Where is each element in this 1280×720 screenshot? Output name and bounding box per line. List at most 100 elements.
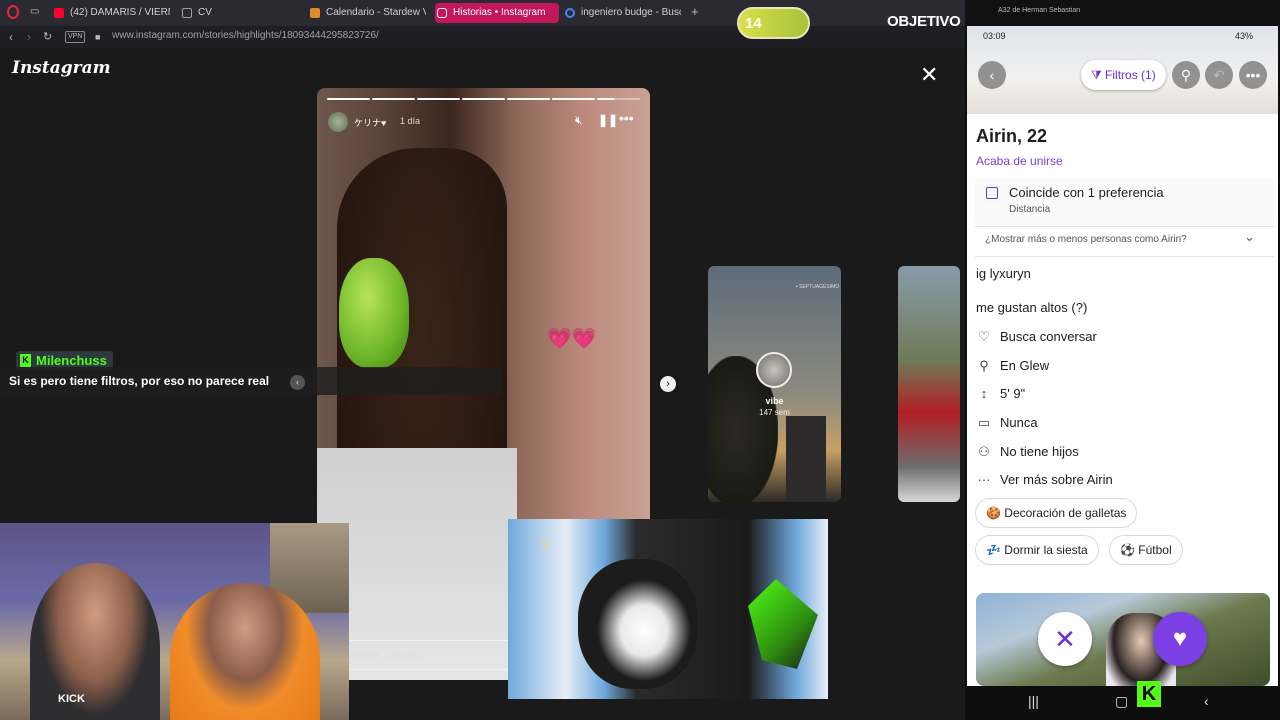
tab-manager-icon[interactable]: ▭ (30, 6, 39, 17)
tab-google[interactable]: ingeniero budge - Buscar (563, 3, 681, 23)
dating-app-profile[interactable]: ‹ ⧩ Filtros (1) ⚲ ↶ ••• Airin, 22 Acaba … (967, 26, 1278, 686)
tab-youtube-label: (42) DAMARIS / VIERN (70, 7, 170, 18)
location-pin-icon: ⚲ (979, 358, 989, 373)
webcam-shirt-logo: KICK (58, 693, 85, 705)
more-options-icon[interactable]: ••• (619, 110, 634, 126)
profile-status: Acaba de unirse (976, 154, 1063, 168)
webcam-overlay: KICK (0, 523, 349, 720)
story-progress-segment (552, 98, 595, 100)
sleep-icon: 💤 (986, 543, 1001, 557)
undo-icon[interactable]: ↶ (1205, 61, 1233, 89)
dog-face (578, 559, 698, 689)
mute-icon[interactable]: 🔇︎ (575, 113, 583, 128)
interest-chip-cookies: 🍪 Decoración de galletas (975, 498, 1138, 528)
fact-looking-for: Busca conversar (1000, 329, 1097, 344)
interest-label: Dormir la siesta (1004, 543, 1088, 557)
android-back-icon[interactable]: ‹ (1204, 693, 1209, 709)
location-icon[interactable]: ⚲ (1172, 61, 1200, 89)
story-avatar[interactable] (328, 112, 348, 132)
story-progress-segment (327, 98, 370, 100)
dog-video-overlay: 🏆︎ (508, 519, 828, 699)
instagram-icon (437, 8, 447, 18)
football-icon: ⚽ (1120, 543, 1135, 557)
chevron-down-icon[interactable]: ⌄ (1244, 229, 1255, 245)
google-icon (565, 8, 575, 18)
forward-icon[interactable]: › (27, 30, 31, 44)
webcam-person-left (30, 563, 160, 720)
thumbnail-avatar (756, 352, 792, 388)
story-progress-segment (462, 98, 505, 100)
heart-outline-icon: ♡ (978, 329, 990, 344)
height-icon: ↕ (980, 386, 988, 401)
home-icon[interactable]: ▢ (1115, 693, 1128, 710)
story-progress-segment (507, 98, 550, 100)
phone-window-caption: A32 de Herman Sebastian (998, 7, 1081, 14)
cookie-icon: 🍪 (986, 506, 1001, 520)
like-button[interactable]: ♥ (1153, 612, 1207, 666)
next-story-button[interactable]: › (660, 376, 676, 392)
address-bar: ‹ › ↻ VPN ■ www.instagram.com/stories/hi… (0, 26, 965, 48)
match-subtitle: Distancia (1009, 204, 1051, 215)
pause-icon[interactable]: ❚❚ (598, 113, 618, 127)
goal-current: 14 (745, 15, 762, 32)
story-progress-segment (597, 98, 640, 100)
lock-icon[interactable]: ■ (95, 32, 100, 42)
more-like-this-question[interactable]: ¿Mostrar más o menos personas como Airin… (985, 234, 1187, 245)
vpn-badge[interactable]: VPN (65, 31, 86, 43)
instagram-logo[interactable]: Instagram (12, 58, 111, 78)
story-thumbnail-next[interactable] (898, 266, 960, 502)
see-more-link[interactable]: Ver más sobre Airin (1000, 472, 1113, 487)
tab-instagram-label: Historias • Instagram (453, 7, 546, 18)
thumbnail-tag: • SEPTUAGÉSIMO (796, 284, 840, 290)
phone-clock: 03:09 (983, 31, 1006, 41)
tab-cv[interactable]: CV (180, 3, 300, 23)
interest-chip-football: ⚽ Fútbol (1109, 535, 1183, 565)
match-icon (986, 187, 998, 199)
phone-battery: 43% (1235, 31, 1254, 41)
new-tab-button[interactable]: + (691, 4, 699, 19)
divider (975, 256, 1275, 257)
tab-stardew[interactable]: Calendario - Stardew Valle (308, 3, 426, 23)
kick-logo-graphic (748, 579, 818, 669)
stardew-icon (310, 8, 320, 18)
follower-goal-bar: 14 (737, 7, 810, 39)
thumbnail-name: vibe (765, 396, 784, 406)
story-thumbnail-vibe[interactable]: • SEPTUAGÉSIMO vibe 147 sem (708, 266, 841, 502)
match-title: Coincide con 1 preferencia (1009, 185, 1164, 200)
smoking-icon: ▭ (977, 415, 991, 430)
kick-logo-icon: K (1137, 681, 1161, 707)
youtube-icon (54, 8, 64, 18)
story-photo-parrot (339, 258, 409, 368)
profile-photo-second (976, 593, 1270, 686)
story-username[interactable]: ケリナ♥ (354, 116, 386, 129)
divider (975, 226, 1275, 227)
reload-icon[interactable]: ↻ (43, 30, 52, 43)
pass-button[interactable]: ✕ (1038, 612, 1092, 666)
kick-icon: K (20, 354, 31, 367)
tab-instagram[interactable]: Historias • Instagram (435, 3, 559, 23)
interest-chip-nap: 💤 Dormir la siesta (975, 535, 1099, 565)
back-icon[interactable]: ‹ (9, 30, 13, 44)
story-progress-segment (372, 98, 415, 100)
story-time: 1 día (400, 116, 421, 126)
recent-apps-icon[interactable]: ||| (1028, 693, 1039, 709)
url-field[interactable]: www.instagram.com/stories/highlights/180… (112, 30, 379, 41)
children-icon: ⚇ (978, 444, 990, 459)
bio-line: me gustan altos (?) (976, 300, 1088, 315)
filters-button[interactable]: ⧩ Filtros (1) (1081, 60, 1166, 90)
opera-logo-icon[interactable] (7, 5, 19, 19)
interest-label: Fútbol (1138, 543, 1172, 557)
chat-username: Milenchuss (36, 353, 107, 368)
profile-name: Airin, 22 (976, 126, 1048, 146)
thumbnail-time: 147 sem (759, 408, 790, 417)
back-button[interactable]: ‹ (978, 61, 1006, 89)
tab-google-label: ingeniero budge - Buscar (581, 7, 681, 18)
interest-label: Decoración de galletas (1004, 506, 1127, 520)
filter-icon: ⧩ (1091, 68, 1106, 82)
close-stories-button[interactable]: ✕ (920, 62, 938, 88)
tab-youtube[interactable]: (42) DAMARIS / VIERN (52, 3, 170, 23)
filters-label: Filtros (1) (1105, 68, 1156, 82)
more-icon[interactable]: ••• (1239, 61, 1267, 89)
fact-smoking: Nunca (1000, 415, 1038, 430)
reply-placeholder[interactable]: sponder a lyxuryn... (349, 650, 428, 660)
